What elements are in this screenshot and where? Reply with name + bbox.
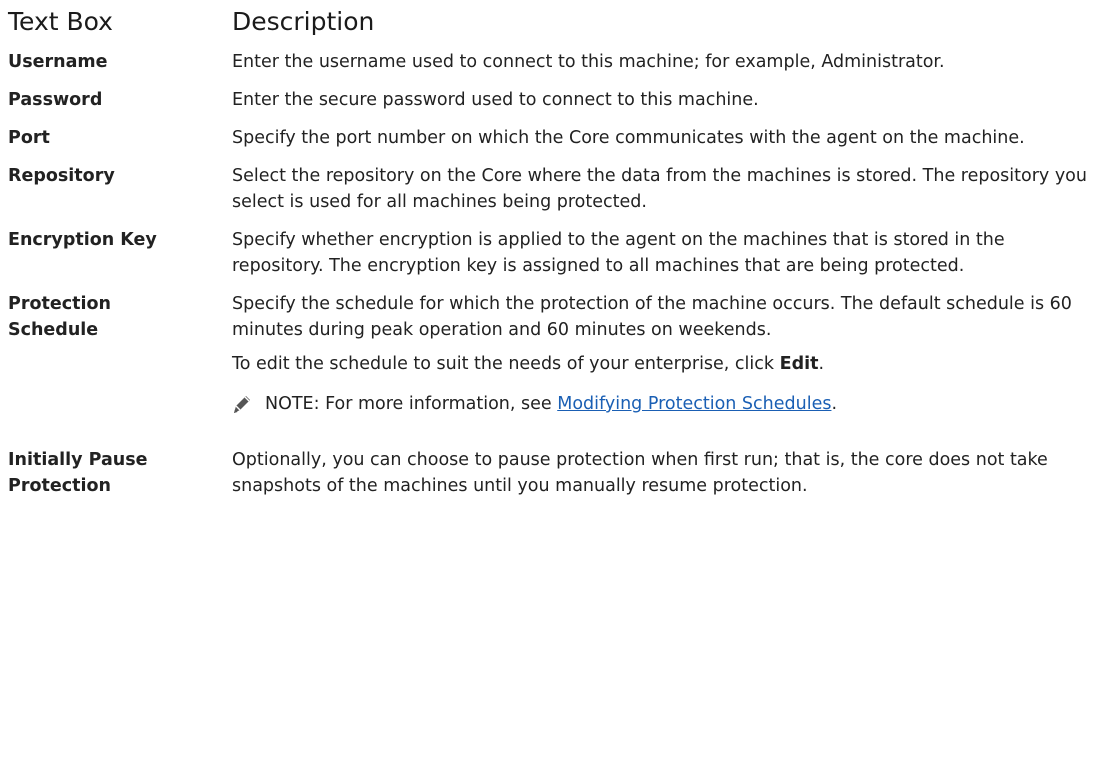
table-row-password: Password Enter the secure password used … — [8, 87, 1100, 113]
pencil-note-icon — [234, 396, 250, 413]
row-label: Port — [8, 128, 50, 148]
edit-instruction-text: To edit the schedule to suit the needs o… — [232, 354, 780, 374]
row-label: Repository — [8, 166, 115, 186]
note-label: NOTE: — [265, 394, 320, 414]
header-text-box: Text Box — [8, 7, 113, 36]
header-description: Description — [232, 7, 375, 36]
row-description-text: Enter the secure password used to connec… — [232, 90, 759, 110]
row-description-text: Select the repository on the Core where … — [232, 166, 1087, 212]
modifying-protection-schedules-link[interactable]: Modifying Protection Schedules — [557, 394, 831, 414]
row-description: Optionally, you can choose to pause prot… — [232, 447, 1100, 499]
table-row-repository: Repository Select the repository on the … — [8, 163, 1100, 215]
row-description: Select the repository on the Core where … — [232, 163, 1100, 215]
row-description-text: Optionally, you can choose to pause prot… — [232, 450, 1048, 496]
row-description-text: Specify the port number on which the Cor… — [232, 128, 1025, 148]
note-suffix: . — [831, 394, 838, 414]
row-label: Encryption Key — [8, 230, 157, 250]
row-description: Specify the port number on which the Cor… — [232, 125, 1100, 151]
table-row-initially-pause-protection: Initially Pause Protection Optionally, y… — [8, 447, 1100, 499]
row-description: Specify whether encryption is applied to… — [232, 227, 1100, 279]
note-body: NOTE: For more information, see Modifyin… — [265, 391, 837, 417]
table-row-protection-schedule: Protection Schedule Specify the schedule… — [8, 291, 1100, 435]
row-label: Password — [8, 90, 103, 110]
note-callout: NOTE: For more information, see Modifyin… — [232, 391, 1100, 417]
row-description-text: Specify whether encryption is applied to… — [232, 230, 1005, 276]
row-description: Enter the secure password used to connec… — [232, 87, 1100, 113]
row-description-edit-instruction: To edit the schedule to suit the needs o… — [232, 351, 1100, 377]
row-label: Initially Pause Protection — [8, 450, 148, 496]
text-box-table: Text Box Description Username Enter the … — [8, 6, 1100, 511]
note-text: For more information, see — [319, 394, 558, 414]
row-description-text: Specify the schedule for which the prote… — [232, 294, 1072, 340]
row-description: Enter the username used to connect to th… — [232, 49, 1100, 75]
row-label: Username — [8, 52, 108, 72]
table-row-username: Username Enter the username used to conn… — [8, 49, 1100, 75]
edit-keyword: Edit — [779, 354, 819, 374]
table-row-encryption-key: Encryption Key Specify whether encryptio… — [8, 227, 1100, 279]
row-label: Protection Schedule — [8, 294, 111, 340]
row-description: Specify the schedule for which the prote… — [232, 291, 1100, 435]
table-row-port: Port Specify the port number on which th… — [8, 125, 1100, 151]
table-header: Text Box Description — [8, 6, 1100, 49]
edit-instruction-suffix: . — [818, 354, 825, 374]
row-description-text: Enter the username used to connect to th… — [232, 52, 945, 72]
